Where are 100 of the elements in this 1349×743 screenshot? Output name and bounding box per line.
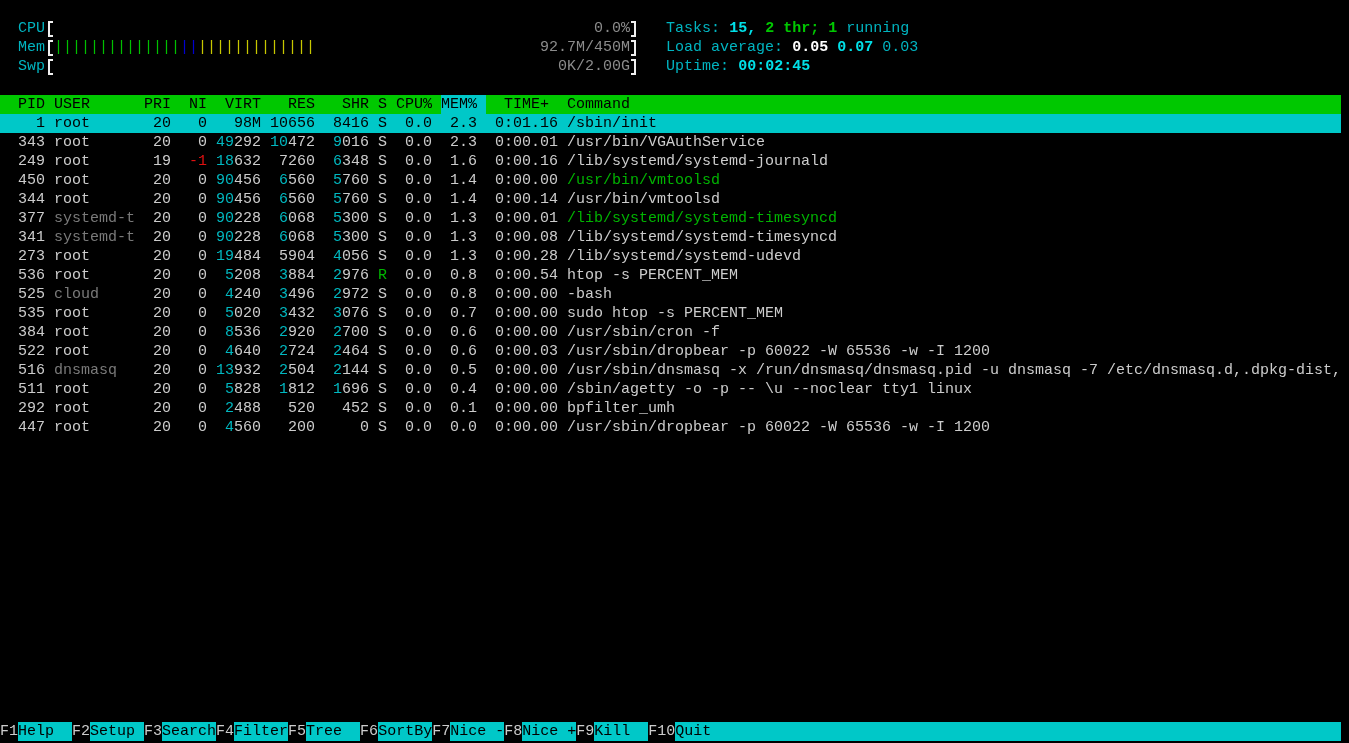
user-cell: root <box>54 304 90 323</box>
function-button[interactable]: Kill <box>594 722 649 741</box>
pid-cell: 273 <box>18 247 45 266</box>
function-button[interactable]: Setup <box>90 722 145 741</box>
process-row[interactable]: 535 root 20 0 5020 3432 3076 S 0.0 0.7 0:00.00 sudo htop -s PERCENT_MEM <box>0 304 1342 323</box>
pid-cell: 377 <box>18 209 45 228</box>
meter-label: CPU <box>18 19 45 38</box>
mem-cell: 0.7 <box>450 304 477 323</box>
process-row[interactable]: 292 root 20 0 2488 520 452 S 0.0 0.1 0:00.00 bpfilter_umh <box>0 399 1342 418</box>
mem-cell: 0.0 <box>450 418 477 437</box>
column-header[interactable]: RES <box>288 95 315 114</box>
function-button[interactable]: Filter <box>234 722 289 741</box>
column-header[interactable]: VIRT <box>225 95 261 114</box>
state-cell: S <box>378 285 387 304</box>
meter-value: 0K/2.00G <box>558 57 631 76</box>
res-cell: 520 <box>288 399 315 418</box>
user-cell: root <box>54 323 90 342</box>
state-cell: S <box>378 171 387 190</box>
column-header[interactable]: S <box>378 95 387 114</box>
time-cell: 0:00.00 <box>495 380 558 399</box>
priority-cell: 20 <box>153 133 171 152</box>
mem-cell: 1.4 <box>450 171 477 190</box>
virt-cell: 4240 <box>224 285 261 304</box>
res-cell: 10656 <box>270 114 315 133</box>
virt-cell: 98M <box>234 114 261 133</box>
priority-cell: 20 <box>153 247 171 266</box>
virt-cell: 5020 <box>224 304 261 323</box>
mem-cell: 1.4 <box>450 190 477 209</box>
column-header[interactable]: SHR <box>342 95 369 114</box>
virt-cell: 18632 <box>215 152 261 171</box>
process-row[interactable]: 343 root 20 0 49292 10472 9016 S 0.0 2.3 0:00.01 /usr/bin/VGAuthService <box>0 133 1342 152</box>
function-button[interactable]: Tree <box>306 722 361 741</box>
function-button[interactable]: Nice - <box>450 722 505 741</box>
column-header[interactable]: NI <box>189 95 207 114</box>
nice-cell: 0 <box>198 380 207 399</box>
function-button[interactable]: Search <box>162 722 217 741</box>
mem-cell: 0.5 <box>450 361 477 380</box>
column-header[interactable]: PID <box>18 95 45 114</box>
pid-cell: 292 <box>18 399 45 418</box>
process-row[interactable]: 511 root 20 0 5828 1812 1696 S 0.0 0.4 0:00.00 /sbin/agetty -o -p -- \u --noclear tty1 linux <box>0 380 1342 399</box>
function-button[interactable]: Nice + <box>522 722 577 741</box>
virt-cell: 49292 <box>215 133 261 152</box>
nice-cell: 0 <box>198 342 207 361</box>
cpu-cell: 0.0 <box>405 399 432 418</box>
virt-cell: 90228 <box>215 209 261 228</box>
process-row[interactable]: 447 root 20 0 4560 200 0 S 0.0 0.0 0:00.00 /usr/sbin/dropbear -p 60022 -W 65536 -w -I 1200 <box>0 418 1342 437</box>
process-row[interactable]: 525 cloud 20 0 4240 3496 2972 S 0.0 0.8 0:00.00 -bash <box>0 285 1342 304</box>
process-row[interactable]: 341 systemd-t 20 0 90228 6068 5300 S 0.0 1.3 0:00.08 /lib/systemd/systemd-timesyncd <box>0 228 1342 247</box>
cpu-cell: 0.0 <box>405 418 432 437</box>
mem-cell: 2.3 <box>450 114 477 133</box>
user-cell: root <box>54 190 90 209</box>
state-cell: R <box>378 266 387 285</box>
state-cell: S <box>378 323 387 342</box>
function-button[interactable]: Help <box>18 722 72 741</box>
column-header[interactable]: Command <box>567 95 630 114</box>
res-cell: 2504 <box>278 361 315 380</box>
cpu-cell: 0.0 <box>405 361 432 380</box>
process-row[interactable]: 536 root 20 0 5208 3884 2976 R 0.0 0.8 0:00.54 htop -s PERCENT_MEM <box>0 266 1342 285</box>
process-row[interactable]: 1 root 20 0 98M 10656 8416 S 0.0 2.3 0:01.16 /sbin/init <box>0 114 1342 133</box>
column-header[interactable]: PRI <box>144 95 171 114</box>
process-row[interactable]: 377 systemd-t 20 0 90228 6068 5300 S 0.0 1.3 0:00.01 /lib/systemd/systemd-timesyncd <box>0 209 1342 228</box>
nice-cell: 0 <box>198 418 207 437</box>
shr-cell: 9016 <box>332 133 369 152</box>
process-row[interactable]: 249 root 19 -1 18632 7260 6348 S 0.0 1.6 0:00.16 /lib/systemd/systemd-journald <box>0 152 1342 171</box>
command-cell: sudo htop -s PERCENT_MEM <box>567 304 784 323</box>
command-cell: /usr/sbin/dropbear -p 60022 -W 65536 -w -I 1200 <box>567 342 991 361</box>
process-row[interactable]: 344 root 20 0 90456 6560 5760 S 0.0 1.4 0:00.14 /usr/bin/vmtoolsd <box>0 190 1342 209</box>
meter-bars-text: || <box>180 38 199 57</box>
priority-cell: 20 <box>153 171 171 190</box>
res-cell: 3432 <box>278 304 315 323</box>
function-button[interactable]: SortBy <box>378 722 433 741</box>
process-row[interactable]: 522 root 20 0 4640 2724 2464 S 0.0 0.6 0:00.03 /usr/sbin/dropbear -p 60022 -W 65536 -w -I 1200 <box>0 342 1342 361</box>
time-cell: 0:00.00 <box>495 171 558 190</box>
column-header[interactable]: TIME+ <box>504 95 549 114</box>
cpu-cell: 0.0 <box>405 190 432 209</box>
column-header[interactable]: CPU% <box>396 95 432 114</box>
column-header[interactable]: USER <box>54 95 90 114</box>
command-cell: -bash <box>567 285 612 304</box>
user-cell: systemd-t <box>54 228 135 247</box>
priority-cell: 20 <box>153 418 171 437</box>
command-cell: /usr/sbin/dnsmasq -x /run/dnsmasq/dnsmasq.pid -u dnsmasq -7 /etc/dnsmasq.d,.dpkg-dist, <box>567 361 1342 380</box>
nice-cell: 0 <box>198 114 207 133</box>
priority-cell: 20 <box>153 209 171 228</box>
mem-cell: 2.3 <box>450 133 477 152</box>
process-row[interactable]: 384 root 20 0 8536 2920 2700 S 0.0 0.6 0:00.00 /usr/sbin/cron -f <box>0 323 1342 342</box>
shr-cell: 2464 <box>332 342 369 361</box>
time-cell: 0:00.28 <box>495 247 558 266</box>
virt-cell: 90228 <box>215 228 261 247</box>
nice-cell: 0 <box>198 323 207 342</box>
process-row[interactable]: 516 dnsmasq 20 0 13932 2504 2144 S 0.0 0.5 0:00.00 /usr/sbin/dnsmasq -x /run/dnsmasq/dnsmasq.pid -u dnsmasq -7 /etc/dnsmasq.d,.dpkg-dist, <box>0 361 1342 380</box>
shr-cell: 3076 <box>332 304 369 323</box>
shr-cell: 2976 <box>332 266 369 285</box>
column-header[interactable]: MEM% <box>441 95 486 114</box>
time-cell: 0:00.14 <box>495 190 558 209</box>
function-button[interactable]: Quit <box>675 722 1342 741</box>
meter-label: Swp <box>18 57 45 76</box>
process-row[interactable]: 273 root 20 0 19484 5904 4056 S 0.0 1.3 0:00.28 /lib/systemd/systemd-udevd <box>0 247 1342 266</box>
mem-cell: 0.8 <box>450 266 477 285</box>
priority-cell: 19 <box>153 152 171 171</box>
process-row[interactable]: 450 root 20 0 90456 6560 5760 S 0.0 1.4 0:00.00 /usr/bin/vmtoolsd <box>0 171 1342 190</box>
